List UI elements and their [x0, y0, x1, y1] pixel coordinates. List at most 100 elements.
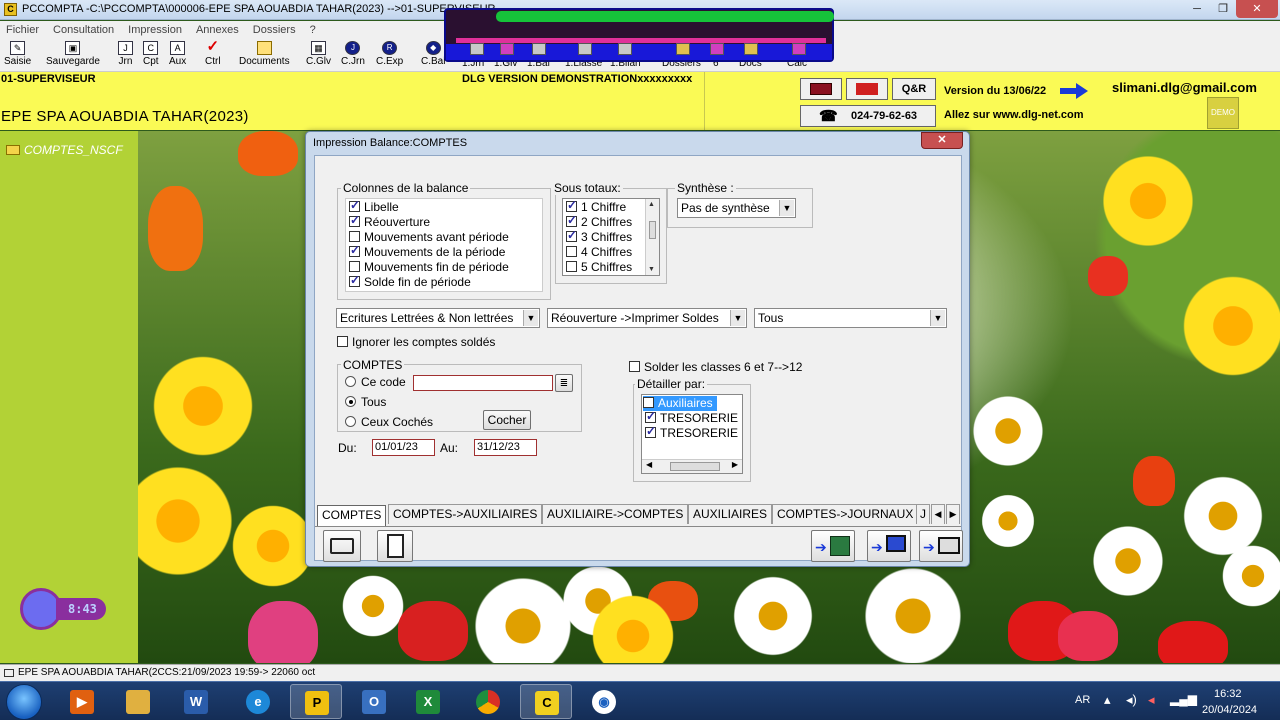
- account-code-input[interactable]: [413, 375, 553, 391]
- toolbar-aux-button[interactable]: A Aux: [169, 41, 186, 67]
- taskbar-file-explorer[interactable]: [112, 684, 164, 719]
- network-warning-icon[interactable]: ◂: [1148, 692, 1155, 708]
- signal-icon[interactable]: ▂▄▆: [1170, 692, 1197, 706]
- checkbox[interactable]: [566, 228, 577, 243]
- toolbar-cexp-button[interactable]: R C.Exp: [376, 41, 403, 67]
- scroll-down-icon[interactable]: ▼: [648, 266, 655, 273]
- start-button[interactable]: [6, 684, 42, 720]
- scroll-right-icon[interactable]: ▶: [732, 460, 738, 469]
- solder-checkbox[interactable]: Solder les classes 6 et 7-->12: [629, 360, 802, 374]
- taskbar-outlook[interactable]: O: [348, 684, 400, 719]
- scroll-thumb[interactable]: [649, 221, 656, 239]
- tab-comptes-journaux[interactable]: COMPTES->JOURNAUX: [772, 504, 919, 524]
- checkbox[interactable]: [337, 336, 348, 347]
- taskbar-app-circle[interactable]: ◉: [578, 684, 630, 719]
- subtotal-item[interactable]: 4 Chiffres: [566, 245, 632, 260]
- checkbox[interactable]: [349, 199, 360, 213]
- tab-auxiliaires[interactable]: AUXILIAIRES: [688, 504, 773, 524]
- language-indicator[interactable]: AR: [1075, 694, 1090, 706]
- toolbar-ctrl-button[interactable]: ✓ Ctrl: [205, 39, 221, 67]
- checkbox[interactable]: [349, 261, 360, 272]
- minimize-button[interactable]: ─: [1184, 0, 1210, 18]
- scroll-left-icon[interactable]: ◀: [646, 460, 652, 469]
- checkbox[interactable]: [349, 231, 360, 242]
- toolbar-cpt-button[interactable]: C Cpt: [143, 41, 159, 67]
- taskbar-internet-explorer[interactable]: e: [232, 684, 284, 719]
- detail-item[interactable]: TRESORERIE: [645, 424, 738, 441]
- qa-button[interactable]: Q&R: [892, 78, 936, 100]
- tree-item-comptes-nscf[interactable]: COMPTES_NSCF: [6, 143, 123, 157]
- phone-button[interactable]: ☎ 024-79-62-63: [800, 105, 936, 127]
- radio[interactable]: [345, 396, 356, 407]
- speaker-icon[interactable]: ◂): [1126, 692, 1137, 708]
- date-to-input[interactable]: 31/12/23: [474, 439, 537, 456]
- reouverture-select[interactable]: Réouverture ->Imprimer Soldes ▼: [547, 308, 747, 328]
- subtotals-scrollbar[interactable]: ▲ ▼: [645, 199, 659, 275]
- tab-scroll-left-icon[interactable]: ◀: [931, 504, 945, 524]
- detail-hscrollbar[interactable]: ◀ ▶: [642, 459, 742, 473]
- column-item[interactable]: Réouverture: [349, 213, 430, 230]
- lettrage-select[interactable]: Ecritures Lettrées & Non lettrées ▼: [336, 308, 540, 328]
- synthesis-select[interactable]: Pas de synthèse ▼: [677, 198, 796, 218]
- eraser-icon[interactable]: [500, 43, 514, 55]
- checkbox[interactable]: [566, 199, 577, 213]
- toolbar-documents-button[interactable]: Documents: [239, 41, 290, 67]
- ce-code-radio[interactable]: Ce code: [345, 375, 406, 389]
- clock-date[interactable]: 20/04/2024: [1202, 704, 1257, 716]
- preview-screen-button[interactable]: ➔: [867, 530, 911, 562]
- column-item[interactable]: Solde fin de période: [349, 273, 471, 290]
- tray-arrow-icon[interactable]: ▴: [1104, 692, 1111, 708]
- checkbox[interactable]: [645, 424, 656, 439]
- toolbar-cglv-button[interactable]: ▦ C.Glv: [306, 41, 331, 67]
- close-button[interactable]: ✕: [1236, 0, 1278, 18]
- calculator-icon[interactable]: [792, 43, 806, 55]
- checkbox[interactable]: [645, 409, 656, 424]
- menu-annexes[interactable]: Annexes: [196, 21, 239, 39]
- checkbox[interactable]: [629, 361, 640, 372]
- scroll-up-icon[interactable]: ▲: [648, 201, 655, 208]
- folder-icon[interactable]: [744, 43, 758, 55]
- checkbox[interactable]: [349, 213, 360, 228]
- menu-consultation[interactable]: Consultation: [53, 21, 114, 39]
- document-button[interactable]: [377, 530, 413, 562]
- menu-dossiers[interactable]: Dossiers: [253, 21, 296, 39]
- toolbar-cbal-button[interactable]: ◆ C.Bal: [421, 41, 445, 67]
- checkbox[interactable]: [349, 273, 360, 288]
- subtotal-item[interactable]: 5 Chiffres: [566, 260, 632, 275]
- cocher-button[interactable]: Cocher: [483, 410, 531, 430]
- scale-icon[interactable]: [532, 43, 546, 55]
- code-lookup-button[interactable]: ≣: [555, 374, 573, 392]
- checkbox[interactable]: [566, 246, 577, 257]
- tous-radio[interactable]: Tous: [345, 395, 386, 409]
- detail-item[interactable]: TRESORERIE: [645, 409, 738, 426]
- website-label[interactable]: Allez sur www.dlg-net.com: [944, 109, 1084, 121]
- taskbar-pccompta-p[interactable]: P: [290, 684, 342, 719]
- taskbar-chrome[interactable]: [462, 684, 514, 719]
- toolbar-cjrn-button[interactable]: J C.Jrn: [341, 41, 365, 67]
- folder-icon[interactable]: [676, 43, 690, 55]
- copy-icon[interactable]: [618, 43, 632, 55]
- contact-email[interactable]: slimani.dlg@gmail.com: [1112, 80, 1257, 95]
- checkbox[interactable]: [566, 261, 577, 272]
- taskbar-pccompta[interactable]: C: [520, 684, 572, 719]
- grid-icon[interactable]: [578, 43, 592, 55]
- column-item[interactable]: Mouvements de la période: [349, 243, 505, 260]
- layers-icon[interactable]: [470, 43, 484, 55]
- radio[interactable]: [345, 376, 356, 387]
- checkbox[interactable]: [566, 213, 577, 228]
- radio[interactable]: [345, 416, 356, 427]
- tools-button[interactable]: [846, 78, 888, 100]
- ignore-zero-checkbox[interactable]: Ignorer les comptes soldés: [337, 335, 495, 349]
- date-from-input[interactable]: 01/01/23: [372, 439, 435, 456]
- funnel-icon[interactable]: [710, 43, 724, 55]
- print-button[interactable]: ➔: [919, 530, 963, 562]
- maximize-button[interactable]: ❐: [1210, 0, 1236, 18]
- tab-comptes[interactable]: COMPTES: [317, 505, 387, 526]
- subtotal-item[interactable]: 3 Chiffres: [566, 228, 632, 245]
- books-button[interactable]: [800, 78, 842, 100]
- tab-auxiliaire-comptes[interactable]: AUXILIAIRE->COMPTES: [542, 504, 689, 524]
- export-excel-button[interactable]: ➔: [811, 530, 855, 562]
- dialog-close-button[interactable]: ✕: [921, 132, 963, 149]
- taskbar-media-player[interactable]: ▶: [56, 684, 108, 719]
- menu-fichier[interactable]: Fichier: [6, 21, 39, 39]
